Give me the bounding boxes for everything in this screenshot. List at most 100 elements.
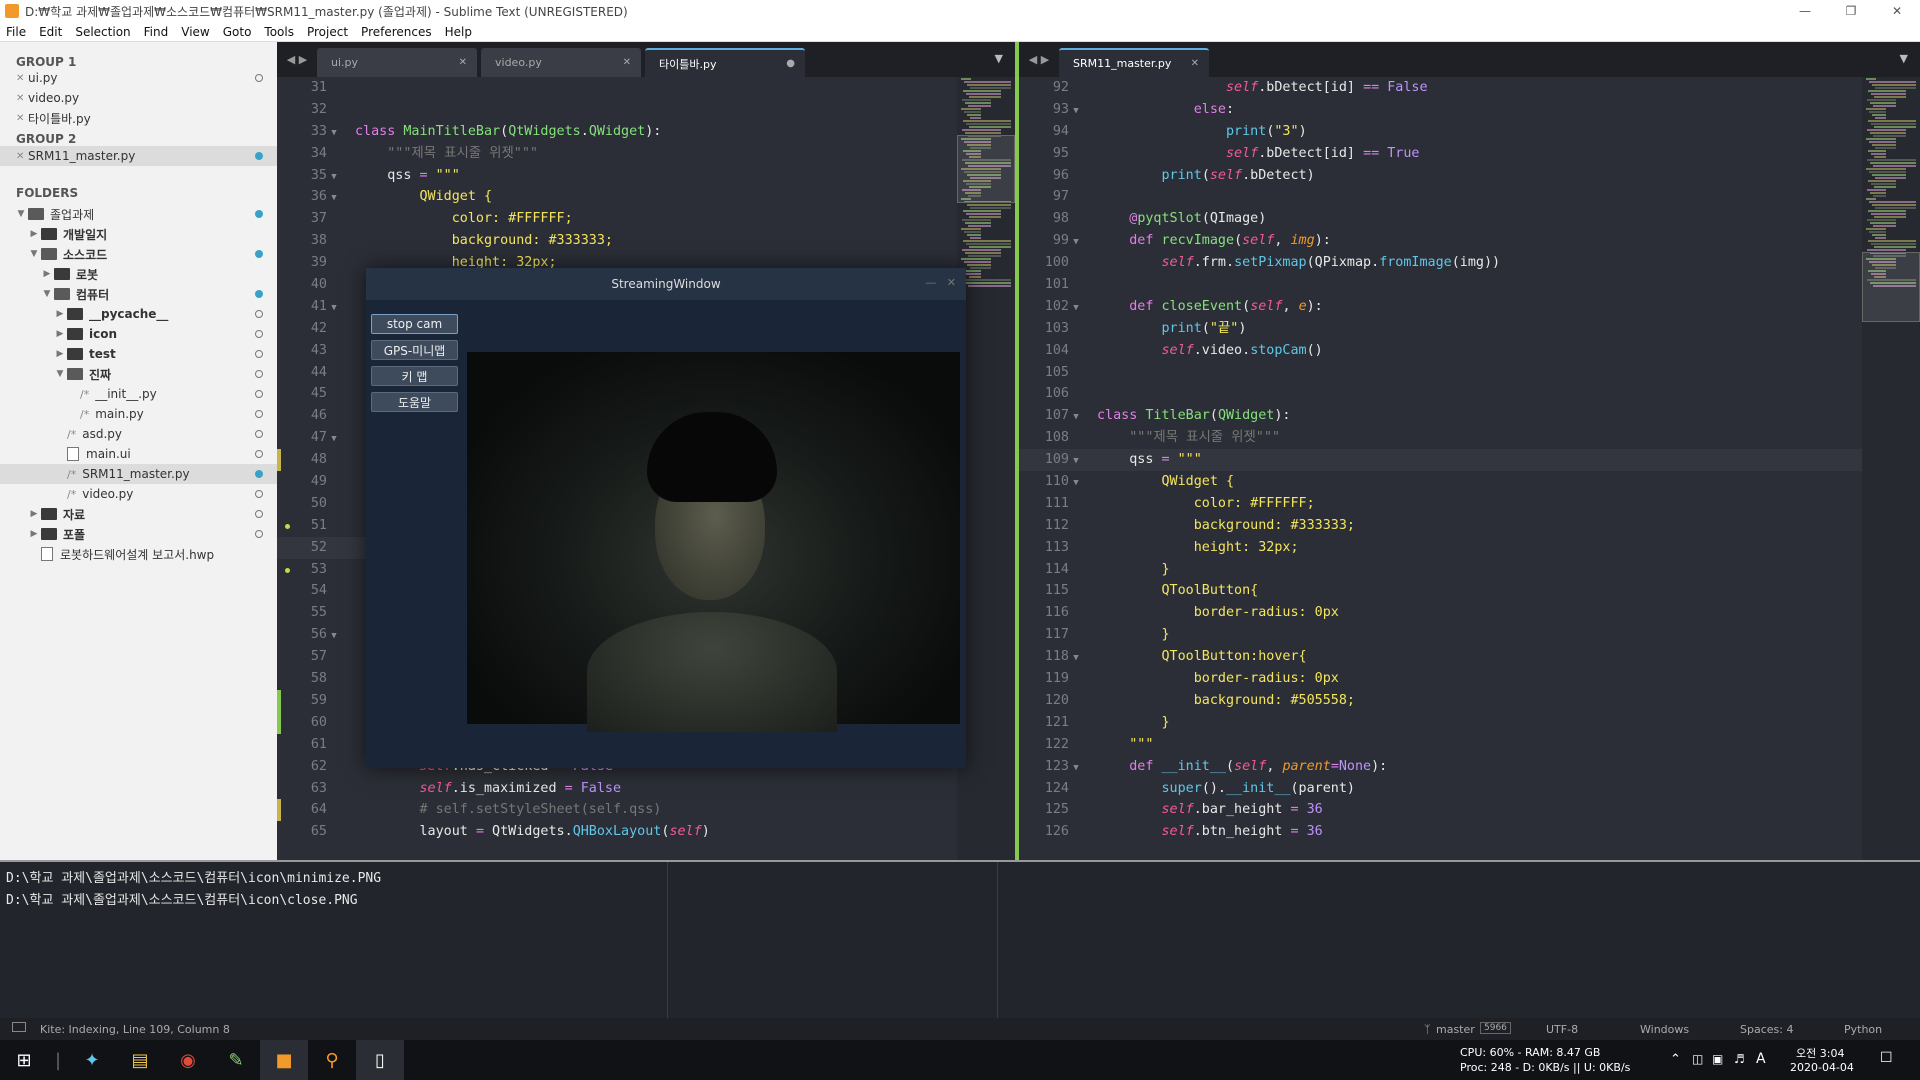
network-icon[interactable]: ◫ bbox=[1692, 1052, 1703, 1066]
menu-item-tools[interactable]: Tools bbox=[264, 25, 294, 39]
menu-item-project[interactable]: Project bbox=[307, 25, 348, 39]
open-file-item[interactable]: ✕ video.py bbox=[0, 88, 277, 108]
close-file-icon[interactable]: ✕ bbox=[16, 151, 28, 162]
open-file-item[interactable]: ✕ 타이틀바.py bbox=[0, 108, 277, 128]
fold-arrow-icon[interactable]: ▼ bbox=[1069, 648, 1083, 670]
menu-item-help[interactable]: Help bbox=[445, 25, 472, 39]
fold-arrow-icon[interactable]: ▼ bbox=[327, 123, 341, 145]
clock-date[interactable]: 2020-04-04 bbox=[1790, 1061, 1854, 1074]
editor-tab[interactable]: ui.py ✕ bbox=[317, 48, 477, 77]
fold-arrow-icon[interactable]: ▼ bbox=[327, 429, 341, 451]
gps-minimap-button[interactable]: GPS-미니맵 bbox=[371, 340, 458, 360]
sublime-text-taskbar-icon[interactable]: ■ bbox=[260, 1040, 308, 1080]
chevron-up-icon[interactable]: ⌃ bbox=[1670, 1052, 1681, 1067]
folder-tree-item[interactable]: ▼ 소스코드 bbox=[0, 244, 277, 264]
folder-tree-item[interactable]: ▶ 개발일지 bbox=[0, 224, 277, 244]
close-icon[interactable]: ✕ bbox=[1874, 0, 1920, 22]
folder-tree-item[interactable]: /* __init__.py bbox=[0, 384, 277, 404]
document-icon[interactable]: ▯ bbox=[356, 1040, 404, 1080]
streaming-window-titlebar[interactable]: StreamingWindow — ✕ bbox=[366, 268, 966, 300]
tab-nav-arrows-icon[interactable]: ◀ ▶ bbox=[1019, 42, 1059, 77]
help-button[interactable]: 도움말 bbox=[371, 392, 458, 412]
menu-item-view[interactable]: View bbox=[181, 25, 209, 39]
folder-tree-item[interactable]: /* main.py bbox=[0, 404, 277, 424]
fold-arrow-icon[interactable]: ▼ bbox=[327, 188, 341, 210]
tab-close-icon[interactable]: ✕ bbox=[623, 57, 631, 68]
folder-tree-item[interactable]: main.ui bbox=[0, 444, 277, 464]
right-editor-pane[interactable]: ◀ ▶ SRM11_master.py ✕ ▼ 92 self.bDetect[i… bbox=[1019, 42, 1920, 860]
minimap-viewport[interactable] bbox=[1862, 252, 1920, 322]
maximize-icon[interactable]: ❐ bbox=[1828, 0, 1874, 22]
fold-arrow-icon[interactable]: ▼ bbox=[327, 167, 341, 189]
fold-arrow-icon[interactable]: ▼ bbox=[1069, 758, 1083, 780]
fold-arrow-icon[interactable]: ▼ bbox=[327, 626, 341, 648]
file-explorer-icon[interactable]: ▤ bbox=[116, 1040, 164, 1080]
tab-dropdown-icon[interactable]: ▼ bbox=[995, 52, 1003, 65]
right-code-area[interactable]: 92 self.bDetect[id] == False 93 ▼ else: 94 … bbox=[1019, 77, 1920, 860]
search-icon[interactable]: ⚲ bbox=[308, 1040, 356, 1080]
fold-arrow-icon[interactable]: ▼ bbox=[1069, 232, 1083, 254]
key-map-button[interactable]: 키 맵 bbox=[371, 366, 458, 386]
close-file-icon[interactable]: ✕ bbox=[16, 93, 28, 104]
minimap-viewport[interactable] bbox=[957, 135, 1015, 203]
fold-arrow-icon[interactable]: ▼ bbox=[1069, 101, 1083, 123]
folder-tree-item[interactable]: ▶ 포폴 bbox=[0, 524, 277, 544]
fold-arrow-icon[interactable]: ▼ bbox=[327, 298, 341, 320]
syntax-indicator[interactable]: Python bbox=[1844, 1023, 1882, 1036]
menu-item-goto[interactable]: Goto bbox=[223, 25, 252, 39]
volume-icon[interactable]: ♬ bbox=[1734, 1052, 1745, 1066]
fold-arrow-icon[interactable]: ▼ bbox=[1069, 407, 1083, 429]
tab-close-icon[interactable]: ✕ bbox=[1191, 58, 1199, 69]
folder-tree-item[interactable]: ▼ 진짜 bbox=[0, 364, 277, 384]
clock-time[interactable]: 오전 3:04 bbox=[1796, 1045, 1844, 1061]
tab-nav-arrows-icon[interactable]: ◀ ▶ bbox=[277, 42, 317, 77]
tab-close-icon[interactable]: ✕ bbox=[459, 57, 467, 68]
right-minimap[interactable] bbox=[1862, 77, 1920, 860]
git-branch[interactable]: master bbox=[1436, 1023, 1475, 1036]
folder-tree-item[interactable]: /* video.py bbox=[0, 484, 277, 504]
folder-tree-item[interactable]: ▶ icon bbox=[0, 324, 277, 344]
folder-tree-item[interactable]: ▶ 로봇 bbox=[0, 264, 277, 284]
line-endings-indicator[interactable]: Windows bbox=[1640, 1023, 1689, 1036]
app-icon-bird[interactable]: ✦ bbox=[68, 1040, 116, 1080]
panel-toggle-icon[interactable] bbox=[12, 1022, 26, 1032]
folder-tree-item[interactable]: ▶ test bbox=[0, 344, 277, 364]
fold-arrow-icon[interactable]: ▼ bbox=[1069, 451, 1083, 473]
folder-tree-item[interactable]: ▼ 컴퓨터 bbox=[0, 284, 277, 304]
chrome-icon[interactable]: ◉ bbox=[164, 1040, 212, 1080]
folder-tree-item[interactable]: ▶ 자료 bbox=[0, 504, 277, 524]
folder-tree-item[interactable]: ▶ __pycache__ bbox=[0, 304, 277, 324]
menu-item-edit[interactable]: Edit bbox=[39, 25, 62, 39]
streaming-window-controls[interactable]: — ✕ bbox=[925, 276, 956, 289]
editor-tab[interactable]: SRM11_master.py ✕ bbox=[1059, 48, 1209, 77]
close-file-icon[interactable]: ✕ bbox=[16, 113, 28, 124]
notepad-plus-icon[interactable]: ✎ bbox=[212, 1040, 260, 1080]
folder-tree-item[interactable]: 로봇하드웨어설계 보고서.hwp bbox=[0, 544, 277, 564]
encoding-indicator[interactable]: UTF-8 bbox=[1546, 1023, 1578, 1036]
menu-item-file[interactable]: File bbox=[6, 25, 26, 39]
display-icon[interactable]: ▣ bbox=[1712, 1052, 1723, 1066]
menu-item-find[interactable]: Find bbox=[144, 25, 169, 39]
stop-cam-button[interactable]: stop cam bbox=[371, 314, 458, 334]
console-panel[interactable]: D:\학교 과제\졸업과제\소스코드\컴퓨터\icon\minimize.PNG… bbox=[0, 860, 1920, 1018]
ime-indicator[interactable]: A bbox=[1756, 1051, 1766, 1067]
minimize-icon[interactable]: — bbox=[1782, 0, 1828, 22]
editor-tab[interactable]: video.py ✕ bbox=[481, 48, 641, 77]
editor-tab[interactable]: 타이틀바.py ● bbox=[645, 48, 805, 77]
windows-start-icon[interactable]: ⊞ bbox=[0, 1040, 48, 1080]
indentation-indicator[interactable]: Spaces: 4 bbox=[1740, 1023, 1793, 1036]
fold-arrow-icon[interactable]: ▼ bbox=[1069, 473, 1083, 495]
folder-tree-item[interactable]: /* asd.py bbox=[0, 424, 277, 444]
unsaved-dot-icon[interactable]: ● bbox=[786, 58, 795, 69]
close-file-icon[interactable]: ✕ bbox=[16, 73, 28, 84]
tab-dropdown-icon[interactable]: ▼ bbox=[1900, 52, 1908, 65]
folder-tree-item[interactable]: ▼ 졸업과제 bbox=[0, 204, 277, 224]
fold-arrow-icon[interactable]: ▼ bbox=[1069, 298, 1083, 320]
streaming-window[interactable]: StreamingWindow — ✕ stop cam GPS-미니맵 키 맵… bbox=[366, 268, 966, 768]
menu-item-preferences[interactable]: Preferences bbox=[361, 25, 432, 39]
folder-tree-item[interactable]: /* SRM11_master.py bbox=[0, 464, 277, 484]
notifications-icon[interactable]: ☐ bbox=[1880, 1050, 1893, 1066]
open-file-item[interactable]: ✕ SRM11_master.py bbox=[0, 146, 277, 166]
menu-item-selection[interactable]: Selection bbox=[75, 25, 130, 39]
open-file-item[interactable]: ✕ ui.py bbox=[0, 68, 277, 88]
